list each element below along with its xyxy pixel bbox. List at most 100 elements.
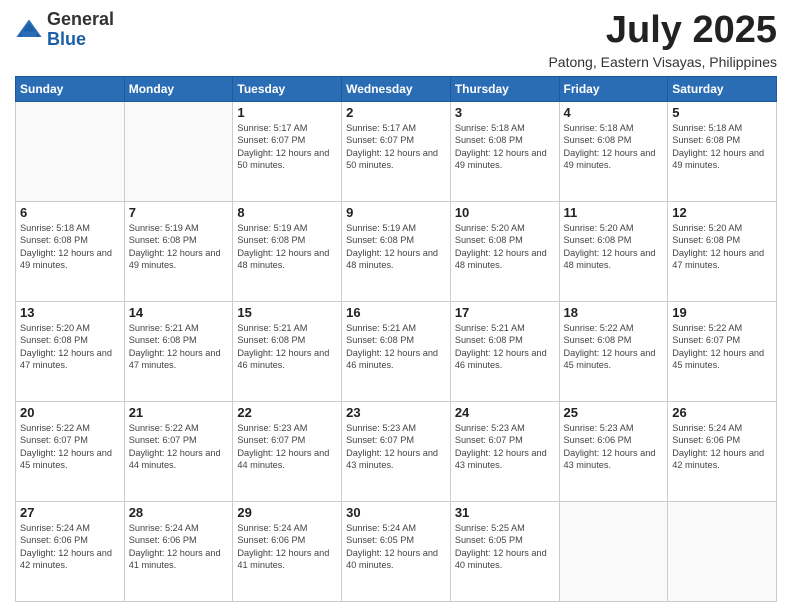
day-number: 29 — [237, 505, 337, 520]
header-tuesday: Tuesday — [233, 76, 342, 101]
header-monday: Monday — [124, 76, 233, 101]
table-row: 4 Sunrise: 5:18 AM Sunset: 6:08 PM Daylig… — [559, 101, 668, 201]
day-info: Sunrise: 5:22 AM Sunset: 6:07 PM Dayligh… — [129, 422, 229, 472]
table-row: 10Sunrise: 5:20 AM Sunset: 6:08 PM Dayli… — [450, 201, 559, 301]
day-number: 6 — [20, 205, 120, 220]
day-number: 11 — [564, 205, 664, 220]
location-subtitle: Patong, Eastern Visayas, Philippines — [548, 54, 777, 70]
day-info: Sunrise: 5:21 AM Sunset: 6:08 PM Dayligh… — [237, 322, 337, 372]
day-info: Sunrise: 5:18 AM Sunset: 6:08 PM Dayligh… — [455, 122, 555, 172]
day-info: Sunrise: 5:23 AM Sunset: 6:06 PM Dayligh… — [564, 422, 664, 472]
day-number: 1 — [237, 105, 337, 120]
day-number: 15 — [237, 305, 337, 320]
day-info: Sunrise: 5:21 AM Sunset: 6:08 PM Dayligh… — [129, 322, 229, 372]
table-row: 11 Sunrise: 5:20 AM Sunset: 6:08 PM Dayli… — [559, 201, 668, 301]
day-number: 26 — [672, 405, 772, 420]
table-row: 8 Sunrise: 5:19 AM Sunset: 6:08 PM Daylig… — [233, 201, 342, 301]
table-row: 18Sunrise: 5:22 AM Sunset: 6:08 PM Dayli… — [559, 301, 668, 401]
table-row: 13 Sunrise: 5:20 AM Sunset: 6:08 PM Dayli… — [16, 301, 125, 401]
day-info: Sunrise: 5:24 AM Sunset: 6:05 PM Dayligh… — [346, 522, 446, 572]
day-number: 4 — [564, 105, 664, 120]
table-row: 24Sunrise: 5:23 AM Sunset: 6:07 PM Dayli… — [450, 401, 559, 501]
table-row: 2 Sunrise: 5:17 AM Sunset: 6:07 PM Daylig… — [342, 101, 451, 201]
header-sunday: Sunday — [16, 76, 125, 101]
day-info: Sunrise: 5:20 AM Sunset: 6:08 PM Dayligh… — [20, 322, 120, 372]
logo-text: General Blue — [47, 10, 114, 50]
calendar-week-row: 20Sunrise: 5:22 AM Sunset: 6:07 PM Dayli… — [16, 401, 777, 501]
day-info: Sunrise: 5:22 AM Sunset: 6:07 PM Dayligh… — [672, 322, 772, 372]
day-number: 5 — [672, 105, 772, 120]
table-row: 15 Sunrise: 5:21 AM Sunset: 6:08 PM Dayli… — [233, 301, 342, 401]
day-number: 24 — [455, 405, 555, 420]
day-number: 16 — [346, 305, 446, 320]
table-row: 12 Sunrise: 5:20 AM Sunset: 6:08 PM Dayli… — [668, 201, 777, 301]
day-number: 28 — [129, 505, 229, 520]
day-info: Sunrise: 5:17 AM Sunset: 6:07 PM Dayligh… — [237, 122, 337, 172]
day-info: Sunrise: 5:19 AM Sunset: 6:08 PM Dayligh… — [129, 222, 229, 272]
day-info: Sunrise: 5:18 AM Sunset: 6:08 PM Dayligh… — [672, 122, 772, 172]
table-row — [668, 501, 777, 601]
table-row — [124, 101, 233, 201]
table-row: 29 Sunrise: 5:24 AM Sunset: 6:06 PM Dayli… — [233, 501, 342, 601]
day-number: 19 — [672, 305, 772, 320]
table-row: 23 Sunrise: 5:23 AM Sunset: 6:07 PM Dayli… — [342, 401, 451, 501]
logo: General Blue — [15, 10, 114, 50]
month-title: July 2025 — [548, 10, 777, 52]
day-number: 8 — [237, 205, 337, 220]
table-row: 16 Sunrise: 5:21 AM Sunset: 6:08 PM Dayli… — [342, 301, 451, 401]
table-row: 31Sunrise: 5:25 AM Sunset: 6:05 PM Dayli… — [450, 501, 559, 601]
day-info: Sunrise: 5:23 AM Sunset: 6:07 PM Dayligh… — [346, 422, 446, 472]
table-row: 25 Sunrise: 5:23 AM Sunset: 6:06 PM Dayli… — [559, 401, 668, 501]
table-row: 5 Sunrise: 5:18 AM Sunset: 6:08 PM Daylig… — [668, 101, 777, 201]
day-info: Sunrise: 5:21 AM Sunset: 6:08 PM Dayligh… — [455, 322, 555, 372]
day-info: Sunrise: 5:17 AM Sunset: 6:07 PM Dayligh… — [346, 122, 446, 172]
table-row: 9Sunrise: 5:19 AM Sunset: 6:08 PM Daylig… — [342, 201, 451, 301]
day-info: Sunrise: 5:22 AM Sunset: 6:08 PM Dayligh… — [564, 322, 664, 372]
day-number: 21 — [129, 405, 229, 420]
table-row: 3 Sunrise: 5:18 AM Sunset: 6:08 PM Daylig… — [450, 101, 559, 201]
table-row: 1 Sunrise: 5:17 AM Sunset: 6:07 PM Daylig… — [233, 101, 342, 201]
day-info: Sunrise: 5:21 AM Sunset: 6:08 PM Dayligh… — [346, 322, 446, 372]
table-row: 28 Sunrise: 5:24 AM Sunset: 6:06 PM Dayli… — [124, 501, 233, 601]
table-row: 20Sunrise: 5:22 AM Sunset: 6:07 PM Dayli… — [16, 401, 125, 501]
day-number: 31 — [455, 505, 555, 520]
table-row: 19 Sunrise: 5:22 AM Sunset: 6:07 PM Dayli… — [668, 301, 777, 401]
day-info: Sunrise: 5:24 AM Sunset: 6:06 PM Dayligh… — [672, 422, 772, 472]
table-row — [16, 101, 125, 201]
day-info: Sunrise: 5:19 AM Sunset: 6:08 PM Dayligh… — [237, 222, 337, 272]
table-row: 26 Sunrise: 5:24 AM Sunset: 6:06 PM Dayli… — [668, 401, 777, 501]
day-info: Sunrise: 5:22 AM Sunset: 6:07 PM Dayligh… — [20, 422, 120, 472]
day-number: 25 — [564, 405, 664, 420]
title-block: July 2025 Patong, Eastern Visayas, Phili… — [548, 10, 777, 70]
table-row: 7Sunrise: 5:19 AM Sunset: 6:08 PM Daylig… — [124, 201, 233, 301]
header-saturday: Saturday — [668, 76, 777, 101]
day-number: 12 — [672, 205, 772, 220]
calendar-week-row: 1 Sunrise: 5:17 AM Sunset: 6:07 PM Daylig… — [16, 101, 777, 201]
calendar-header-row: Sunday Monday Tuesday Wednesday Thursday… — [16, 76, 777, 101]
table-row: 22Sunrise: 5:23 AM Sunset: 6:07 PM Dayli… — [233, 401, 342, 501]
logo-blue: Blue — [47, 29, 86, 49]
day-number: 13 — [20, 305, 120, 320]
day-number: 30 — [346, 505, 446, 520]
calendar-week-row: 6Sunrise: 5:18 AM Sunset: 6:08 PM Daylig… — [16, 201, 777, 301]
header-friday: Friday — [559, 76, 668, 101]
calendar-week-row: 13 Sunrise: 5:20 AM Sunset: 6:08 PM Dayli… — [16, 301, 777, 401]
calendar-week-row: 27 Sunrise: 5:24 AM Sunset: 6:06 PM Dayli… — [16, 501, 777, 601]
day-number: 27 — [20, 505, 120, 520]
day-info: Sunrise: 5:19 AM Sunset: 6:08 PM Dayligh… — [346, 222, 446, 272]
day-number: 2 — [346, 105, 446, 120]
day-info: Sunrise: 5:24 AM Sunset: 6:06 PM Dayligh… — [237, 522, 337, 572]
day-info: Sunrise: 5:24 AM Sunset: 6:06 PM Dayligh… — [129, 522, 229, 572]
day-number: 23 — [346, 405, 446, 420]
day-info: Sunrise: 5:18 AM Sunset: 6:08 PM Dayligh… — [564, 122, 664, 172]
day-number: 3 — [455, 105, 555, 120]
table-row: 14Sunrise: 5:21 AM Sunset: 6:08 PM Dayli… — [124, 301, 233, 401]
day-info: Sunrise: 5:20 AM Sunset: 6:08 PM Dayligh… — [564, 222, 664, 272]
logo-icon — [15, 16, 43, 44]
table-row: 21 Sunrise: 5:22 AM Sunset: 6:07 PM Dayli… — [124, 401, 233, 501]
calendar-table: Sunday Monday Tuesday Wednesday Thursday… — [15, 76, 777, 602]
table-row — [559, 501, 668, 601]
day-info: Sunrise: 5:20 AM Sunset: 6:08 PM Dayligh… — [672, 222, 772, 272]
day-info: Sunrise: 5:24 AM Sunset: 6:06 PM Dayligh… — [20, 522, 120, 572]
day-number: 22 — [237, 405, 337, 420]
